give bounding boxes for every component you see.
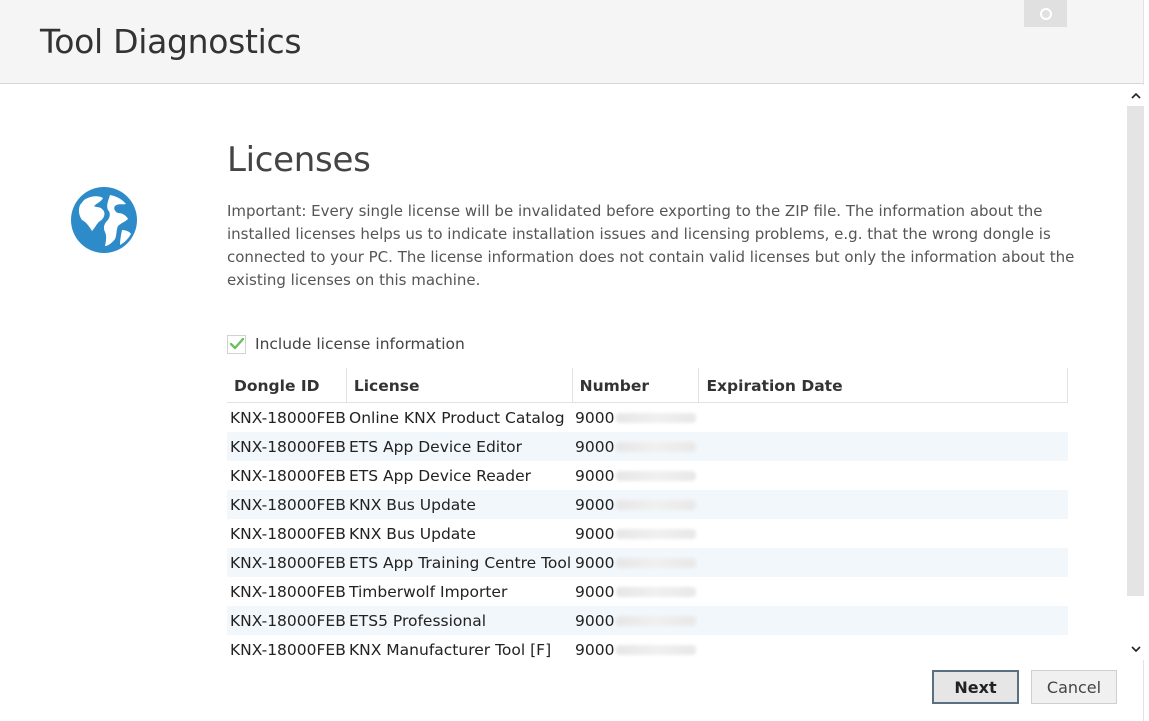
cell-dongle-id: KNX-18000FEB [230,495,346,514]
cell-number: 9000 [572,583,699,601]
redacted-number [616,529,697,539]
table-row[interactable]: KNX-18000FEB KNX Bus Update 9000 [227,490,1068,519]
cancel-button[interactable]: Cancel [1031,670,1117,704]
cell-number: 9000 [572,525,699,543]
cell-number: 9000 [572,409,699,427]
cell-license: KNX Bus Update [349,524,476,543]
cell-dongle-id: KNX-18000FEB [230,553,346,572]
cell-number: 9000 [572,496,699,514]
checkmark-icon [229,338,244,350]
cell-license: KNX Manufacturer Tool [F] [349,640,552,659]
table-row[interactable]: KNX-18000FEB KNX Manufacturer Tool [F] 9… [227,635,1068,664]
globe-icon [71,187,137,253]
scrollbar-thumb[interactable] [1127,106,1144,596]
table-row[interactable]: KNX-18000FEB Online KNX Product Catalog … [227,403,1068,432]
table-body: KNX-18000FEB Online KNX Product Catalog … [227,403,1068,664]
cell-number: 9000 [572,612,699,630]
redacted-number [616,587,697,597]
column-header-dongle-id[interactable]: Dongle ID [227,368,346,402]
cell-dongle-id: KNX-18000FEB [230,611,346,630]
column-header-license[interactable]: License [345,368,572,402]
cell-dongle-id: KNX-18000FEB [230,408,346,427]
license-table: Dongle ID License Number Expiration Date… [227,368,1068,664]
cell-number: 9000 [572,438,699,456]
section-description: Important: Every single license will be … [227,202,1075,289]
table-row[interactable]: KNX-18000FEB ETS5 Professional 9000 [227,606,1068,635]
cell-dongle-id: KNX-18000FEB [230,524,346,543]
cell-dongle-id: KNX-18000FEB [230,640,346,659]
cell-number: 9000 [572,641,699,659]
include-license-label: Include license information [255,335,465,353]
redacted-number [616,413,697,423]
window-control-button[interactable] [1024,0,1067,27]
cell-license: ETS5 Professional [349,611,487,630]
table-row[interactable]: KNX-18000FEB ETS App Device Editor 9000 [227,432,1068,461]
cell-license: KNX Bus Update [349,495,476,514]
column-header-number[interactable]: Number [571,368,699,402]
redacted-number [616,471,697,481]
cell-license: ETS App Training Centre Tool [349,553,572,572]
redacted-number [616,500,697,510]
section-title: Licenses [227,140,371,180]
redacted-number [616,616,697,626]
cell-license: ETS App Device Editor [349,437,523,456]
cell-license: ETS App Device Reader [349,466,532,485]
include-license-checkbox[interactable] [227,334,246,354]
table-row[interactable]: KNX-18000FEB ETS App Training Centre Too… [227,548,1068,577]
title-bar: Tool Diagnostics [0,0,1143,84]
cell-number: 9000 [572,554,699,572]
cell-dongle-id: KNX-18000FEB [230,437,346,456]
table-row[interactable]: KNX-18000FEB ETS App Device Reader 9000 [227,461,1068,490]
redacted-number [616,558,697,568]
cell-license: Timberwolf Importer [349,582,508,601]
scroll-up-arrow-icon[interactable] [1127,86,1144,104]
cell-number: 9000 [572,467,699,485]
table-row[interactable]: KNX-18000FEB Timberwolf Importer 9000 [227,577,1068,606]
next-button[interactable]: Next [932,670,1019,704]
page-title: Tool Diagnostics [40,22,302,61]
column-header-expiration-date[interactable]: Expiration Date [698,368,1067,402]
table-header: Dongle ID License Number Expiration Date [227,368,1068,403]
circle-icon [1039,7,1052,20]
redacted-number [616,442,697,452]
cell-dongle-id: KNX-18000FEB [230,582,346,601]
redacted-number [616,645,697,655]
include-license-row[interactable]: Include license information [227,333,465,355]
table-row[interactable]: KNX-18000FEB KNX Bus Update 9000 [227,519,1068,548]
cell-dongle-id: KNX-18000FEB [230,466,346,485]
scroll-down-arrow-icon[interactable] [1127,640,1144,658]
cell-license: Online KNX Product Catalog [349,408,565,427]
